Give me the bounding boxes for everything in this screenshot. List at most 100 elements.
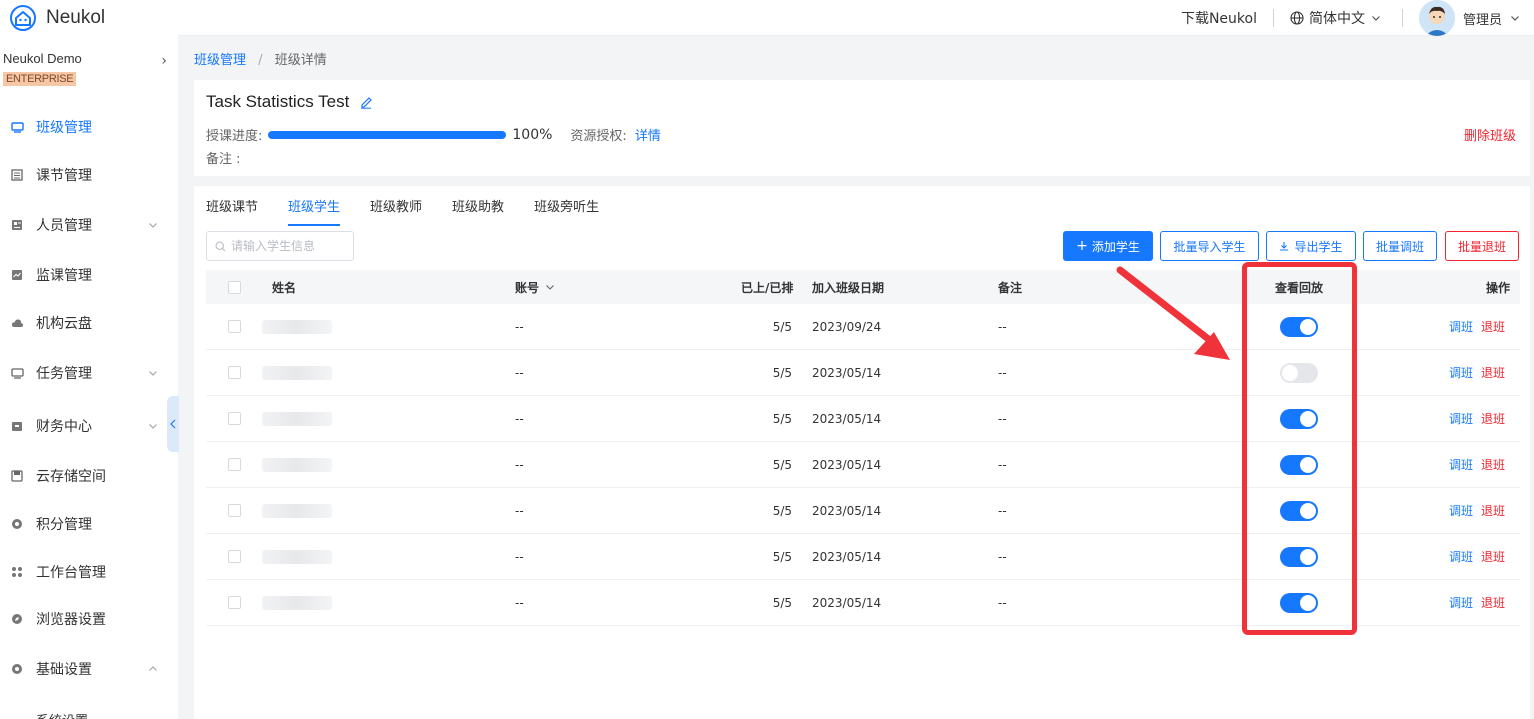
adjust-class-link[interactable]: 调班 [1449,456,1473,473]
admin-name[interactable]: 管理员 [1463,9,1502,28]
tabs: 班级课节 班级学生 班级教师 班级助教 班级旁听生 [206,196,629,226]
sidebar-subitem-system[interactable]: 系统设置 [0,704,178,719]
student-remark: -- [998,411,1007,426]
header-progress: 已上/已排 [741,280,794,295]
sidebar-item-label: 任务管理 [36,366,92,382]
redacted-name [262,319,332,334]
student-join-date: 2023/05/14 [812,503,882,518]
batch-import-button[interactable]: 批量导入学生 [1160,231,1259,261]
org-switcher[interactable]: Neukol Demo › ENTERPRISE [3,51,171,86]
quit-class-link[interactable]: 退班 [1481,548,1505,565]
adjust-class-link[interactable]: 调班 [1449,502,1473,519]
tab-auditors[interactable]: 班级旁听生 [534,196,599,226]
sidebar-item-task[interactable]: 任务管理 [0,358,178,388]
student-account: -- [515,411,524,426]
student-remark: -- [998,595,1007,610]
edit-icon[interactable] [359,95,373,109]
sidebar-collapse-handle[interactable] [167,396,179,452]
avatar[interactable] [1418,0,1455,36]
student-name [262,304,332,349]
tab-lessons[interactable]: 班级课节 [206,196,258,226]
quit-class-link[interactable]: 退班 [1481,502,1505,519]
search-input[interactable] [231,239,341,253]
adjust-class-link[interactable]: 调班 [1449,318,1473,335]
quit-class-link[interactable]: 退班 [1481,318,1505,335]
sidebar-item-monitor[interactable]: 监课管理 [0,260,178,290]
brand[interactable]: Neukol [0,0,178,36]
add-student-label: 添加学生 [1091,239,1140,254]
row-select-cell [228,488,241,533]
progress-percent: 100% [512,126,553,143]
redacted-name [262,549,332,564]
row-checkbox[interactable] [228,504,241,517]
adjust-class-link[interactable]: 调班 [1449,548,1473,565]
student-name [262,534,332,579]
redacted-name [262,411,332,426]
student-account: -- [515,549,524,564]
quit-class-link[interactable]: 退班 [1481,364,1505,381]
row-checkbox[interactable] [228,412,241,425]
student-search[interactable] [206,231,354,261]
row-select-cell [228,396,241,441]
sidebar-item-people[interactable]: 人员管理 [0,210,178,240]
sidebar-item-label: 课节管理 [36,168,92,184]
sidebar-item-workbench[interactable]: 工作台管理 [0,557,178,587]
sidebar-item-points[interactable]: 积分管理 [0,509,178,539]
sidebar-item-class[interactable]: 班级管理 [0,112,178,142]
class-title-row: Task Statistics Test [206,92,373,112]
redacted-name [262,595,332,610]
adjust-class-link[interactable]: 调班 [1449,364,1473,381]
row-checkbox[interactable] [228,596,241,609]
tab-students[interactable]: 班级学生 [288,196,341,226]
storage-icon [10,469,24,483]
row-checkbox[interactable] [228,320,241,333]
download-link[interactable]: 下载Neukol [1181,8,1257,28]
quit-class-link[interactable]: 退班 [1481,594,1505,611]
breadcrumb-parent[interactable]: 班级管理 [194,53,246,68]
progress-bar [268,130,507,139]
delete-class-button[interactable]: 删除班级 [1464,125,1516,144]
sidebar-item-cloud[interactable]: 机构云盘 [0,308,178,338]
sidebar-item-label: 基础设置 [36,662,92,678]
header-account[interactable]: 账号 [515,270,555,304]
add-student-button[interactable]: + 添加学生 [1063,231,1153,261]
header-account-label: 账号 [515,280,540,295]
sidebar-item-browser[interactable]: 浏览器设置 [0,604,178,634]
row-checkbox[interactable] [228,550,241,563]
tab-teachers[interactable]: 班级教师 [370,196,422,226]
chevron-down-icon [546,285,554,290]
chevron-down-icon [148,419,158,435]
people-icon [10,218,24,232]
sidebar-item-finance[interactable]: 财务中心 [0,411,178,441]
ops-cell: 调班 退班 [1449,534,1505,579]
chevron-down-icon[interactable] [1510,13,1520,23]
student-progress: 5/5 [772,503,792,518]
export-students-button[interactable]: 导出学生 [1266,231,1356,261]
batch-adjust-button[interactable]: 批量调班 [1363,231,1437,261]
ops-cell: 调班 退班 [1449,580,1505,625]
student-name [262,442,332,487]
sidebar-item-storage[interactable]: 云存储空间 [0,461,178,491]
row-checkbox[interactable] [228,366,241,379]
row-checkbox[interactable] [228,458,241,471]
select-all-checkbox[interactable] [228,280,241,294]
batch-quit-button[interactable]: 批量退班 [1445,231,1519,261]
export-label: 导出学生 [1294,239,1343,254]
student-progress: 5/5 [772,319,792,334]
task-icon [10,366,24,380]
org-badge: ENTERPRISE [3,72,77,86]
adjust-class-link[interactable]: 调班 [1449,410,1473,427]
quit-class-link[interactable]: 退班 [1481,410,1505,427]
resource-details-link[interactable]: 详情 [635,125,661,144]
adjust-class-link[interactable]: 调班 [1449,594,1473,611]
language-select[interactable]: 简体中文 [1290,8,1386,28]
download-icon [1280,242,1289,251]
sidebar-item-lesson[interactable]: 课节管理 [0,160,178,190]
row-select-cell [228,580,241,625]
quit-class-link[interactable]: 退班 [1481,456,1505,473]
tab-assistants[interactable]: 班级助教 [452,196,504,226]
student-progress: 5/5 [772,549,792,564]
sidebar-item-label: 云存储空间 [36,469,106,485]
sidebar-item-settings[interactable]: 基础设置 [0,654,178,684]
settings-icon [10,662,24,676]
